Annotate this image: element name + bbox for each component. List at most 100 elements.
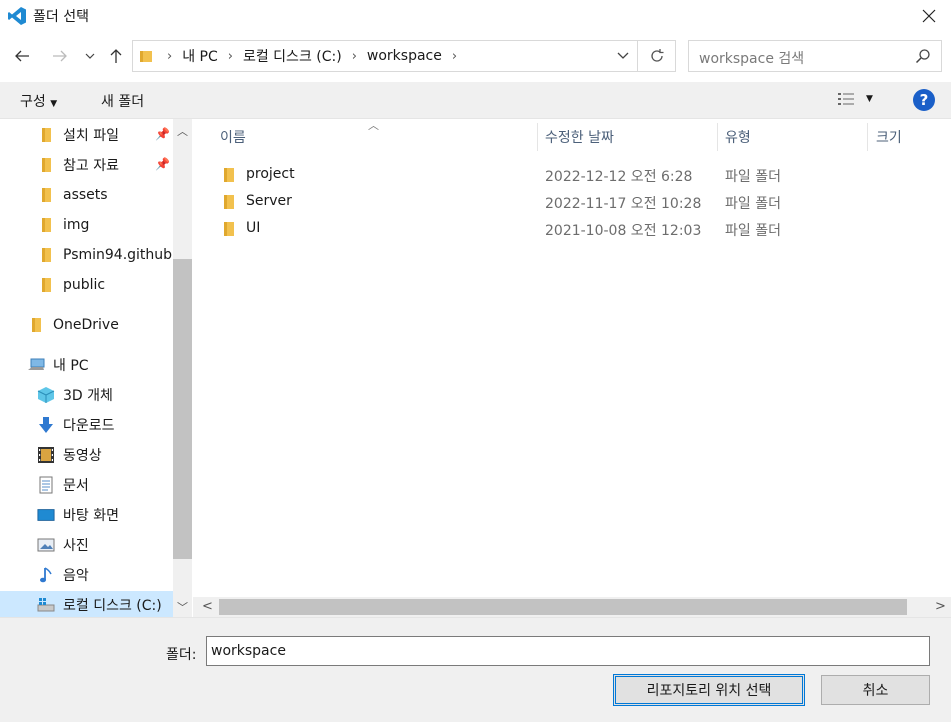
file-name: Server: [246, 193, 292, 209]
view-list-icon[interactable]: [837, 92, 855, 106]
sidebar-item-psmin94[interactable]: Psmin94.github.: [37, 241, 173, 269]
column-header-type[interactable]: 유형: [725, 127, 751, 147]
sidebar-item-label: 3D 개체: [63, 388, 113, 404]
file-name: project: [246, 166, 295, 182]
sidebar-item-label: 로컬 디스크 (C:): [63, 598, 162, 614]
refresh-button[interactable]: [638, 40, 676, 72]
sidebar-item-public[interactable]: public: [37, 271, 105, 299]
file-type: 파일 폴더: [725, 196, 781, 212]
file-date: 2022-12-12 오전 6:28: [545, 169, 693, 185]
forward-button[interactable]: [46, 41, 74, 71]
breadcrumb-separator-icon: ›: [451, 48, 458, 64]
chevron-down-icon[interactable]: [617, 49, 629, 61]
chevron-right-icon[interactable]: >: [935, 599, 946, 614]
sidebar-item-install-files[interactable]: 설치 파일: [37, 121, 119, 149]
sidebar-item-label: 음악: [63, 568, 89, 584]
column-divider[interactable]: [717, 123, 718, 151]
scrollbar-thumb[interactable]: [219, 599, 907, 615]
sidebar-item-onedrive[interactable]: OneDrive: [27, 311, 119, 339]
column-header-name[interactable]: 이름: [220, 127, 246, 147]
sidebar-item-label: 사진: [63, 538, 89, 554]
video-icon: [37, 446, 55, 464]
search-icon: [915, 49, 930, 64]
title-bar: 폴더 선택: [0, 0, 951, 32]
help-icon[interactable]: ?: [913, 89, 935, 111]
sidebar-item-label: 동영상: [63, 448, 102, 464]
desktop-icon: [37, 506, 55, 524]
sidebar-item-music[interactable]: 음악: [37, 561, 89, 589]
file-date: 2021-10-08 오전 12:03: [545, 223, 702, 239]
file-list-horizontal-scrollbar[interactable]: < >: [193, 597, 951, 617]
breadcrumb-item[interactable]: 내 PC: [182, 46, 218, 66]
back-button[interactable]: [8, 41, 36, 71]
cancel-button[interactable]: 취소: [821, 675, 930, 705]
table-row[interactable]: Server 2022-11-17 오전 10:28 파일 폴더: [193, 190, 951, 214]
pc-icon: [27, 356, 45, 374]
sidebar-item-this-pc[interactable]: 내 PC: [27, 351, 89, 379]
caret-down-icon[interactable]: ▼: [866, 94, 873, 104]
folder-icon: [224, 195, 234, 209]
select-location-button[interactable]: 리포지토리 위치 선택: [613, 674, 805, 706]
sidebar-item-local-disk[interactable]: 로컬 디스크 (C:): [0, 591, 173, 619]
breadcrumb-separator-icon: ›: [351, 48, 357, 64]
file-type: 파일 폴더: [725, 223, 781, 239]
sidebar-item-pictures[interactable]: 사진: [37, 531, 89, 559]
sidebar-item-label: 다운로드: [63, 418, 115, 434]
folder-icon: [37, 126, 55, 144]
sidebar-item-label: public: [63, 277, 106, 293]
arrow-left-icon: [15, 50, 29, 62]
folder-label: 폴더:: [166, 647, 197, 663]
up-button[interactable]: [104, 41, 128, 71]
sidebar-item-label: 참고 자료: [63, 158, 119, 174]
breadcrumb-item[interactable]: 로컬 디스크 (C:): [243, 46, 342, 66]
column-divider[interactable]: [867, 123, 868, 151]
folder-icon: [37, 216, 55, 234]
sidebar-item-assets[interactable]: assets: [37, 181, 108, 209]
pin-icon: 📌: [155, 127, 170, 141]
column-header-date[interactable]: 수정한 날짜: [545, 127, 614, 147]
document-icon: [37, 476, 55, 494]
cancel-label: 취소: [862, 683, 889, 699]
breadcrumb-item[interactable]: workspace: [367, 48, 442, 64]
pin-icon: 📌: [155, 157, 170, 171]
folder-icon: [37, 156, 55, 174]
folder-name-input[interactable]: workspace: [206, 636, 930, 666]
sidebar-scrollbar[interactable]: ︿ ﹀: [173, 119, 192, 619]
recent-locations-button[interactable]: [82, 41, 98, 71]
organize-button[interactable]: 구성 ▼: [20, 91, 57, 111]
address-bar[interactable]: › 내 PC › 로컬 디스크 (C:) › workspace ›: [132, 40, 638, 72]
file-type: 파일 폴더: [725, 169, 781, 185]
new-folder-button[interactable]: 새 폴더: [101, 91, 144, 111]
sidebar-item-label: assets: [63, 187, 108, 203]
toolbar: 구성 ▼ 새 폴더 ▼ ?: [0, 82, 951, 119]
chevron-left-icon[interactable]: <: [202, 599, 213, 614]
column-header-size[interactable]: 크기: [876, 127, 902, 147]
folder-icon: [37, 246, 55, 264]
select-location-label: 리포지토리 위치 선택: [646, 683, 772, 699]
close-button[interactable]: [906, 0, 951, 32]
chevron-down-icon[interactable]: ﹀: [177, 599, 188, 615]
sidebar-item-img[interactable]: img: [37, 211, 89, 239]
folder-icon: [37, 186, 55, 204]
sidebar-item-reference[interactable]: 참고 자료: [37, 151, 119, 179]
sidebar-item-3d-objects[interactable]: 3D 개체: [37, 381, 113, 409]
table-row[interactable]: UI 2021-10-08 오전 12:03 파일 폴더: [193, 217, 951, 241]
chevron-down-icon: [85, 53, 95, 59]
chevron-up-icon[interactable]: ︿: [177, 123, 188, 139]
sidebar-item-label: OneDrive: [53, 317, 119, 333]
sidebar-item-downloads[interactable]: 다운로드: [37, 411, 115, 439]
sidebar-item-documents[interactable]: 문서: [37, 471, 89, 499]
folder-icon: [37, 276, 55, 294]
search-input[interactable]: workspace 검색: [688, 40, 942, 72]
sidebar-item-label: 내 PC: [53, 358, 89, 374]
picture-icon: [37, 536, 55, 554]
sidebar-item-label: Psmin94.github.: [63, 247, 173, 263]
close-icon: [922, 9, 935, 23]
table-row[interactable]: project 2022-12-12 오전 6:28 파일 폴더: [193, 163, 951, 187]
sidebar-item-videos[interactable]: 동영상: [37, 441, 102, 469]
sidebar-item-desktop[interactable]: 바탕 화면: [37, 501, 119, 529]
column-divider[interactable]: [537, 123, 538, 151]
arrow-right-icon: [53, 50, 67, 62]
organize-label: 구성: [20, 94, 46, 110]
scrollbar-thumb[interactable]: [173, 259, 192, 559]
